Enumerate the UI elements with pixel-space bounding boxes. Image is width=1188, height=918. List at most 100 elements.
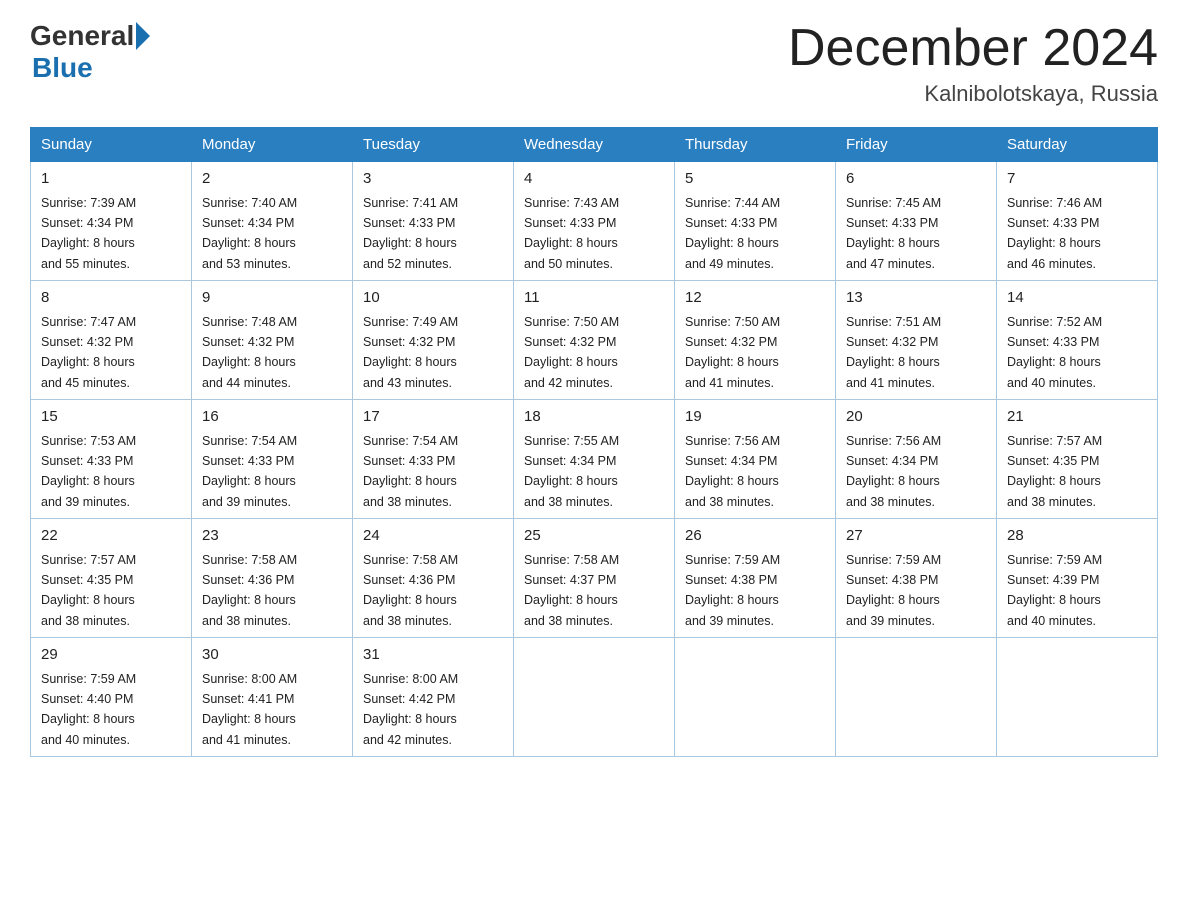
week-row-3: 15Sunrise: 7:53 AMSunset: 4:33 PMDayligh… xyxy=(31,400,1158,519)
weekday-header-friday: Friday xyxy=(836,128,997,162)
day-info: Sunrise: 7:50 AMSunset: 4:32 PMDaylight:… xyxy=(524,315,619,390)
day-info: Sunrise: 7:51 AMSunset: 4:32 PMDaylight:… xyxy=(846,315,941,390)
calendar-cell xyxy=(997,638,1158,757)
day-number: 5 xyxy=(685,168,825,191)
day-info: Sunrise: 7:57 AMSunset: 4:35 PMDaylight:… xyxy=(1007,434,1102,509)
calendar-cell: 18Sunrise: 7:55 AMSunset: 4:34 PMDayligh… xyxy=(514,400,675,519)
weekday-header-row: SundayMondayTuesdayWednesdayThursdayFrid… xyxy=(31,128,1158,162)
day-number: 29 xyxy=(41,644,181,667)
day-number: 26 xyxy=(685,525,825,548)
calendar-cell xyxy=(514,638,675,757)
day-info: Sunrise: 7:47 AMSunset: 4:32 PMDaylight:… xyxy=(41,315,136,390)
calendar-table: SundayMondayTuesdayWednesdayThursdayFrid… xyxy=(30,127,1158,757)
calendar-cell: 29 Sunrise: 7:59 AMSunset: 4:40 PMDayligh… xyxy=(31,638,192,757)
day-number: 27 xyxy=(846,525,986,548)
calendar-cell: 4Sunrise: 7:43 AMSunset: 4:33 PMDaylight… xyxy=(514,162,675,281)
day-number: 17 xyxy=(363,406,503,429)
week-row-2: 8 Sunrise: 7:47 AMSunset: 4:32 PMDaylight… xyxy=(31,281,1158,400)
day-info: Sunrise: 7:59 AMSunset: 4:39 PMDaylight:… xyxy=(1007,553,1102,628)
day-info: Sunrise: 7:57 AMSunset: 4:35 PMDaylight:… xyxy=(41,553,136,628)
day-info: Sunrise: 7:39 AMSunset: 4:34 PMDaylight:… xyxy=(41,196,136,271)
calendar-cell: 26 Sunrise: 7:59 AMSunset: 4:38 PMDayligh… xyxy=(675,519,836,638)
day-number: 6 xyxy=(846,168,986,191)
week-row-4: 22 Sunrise: 7:57 AMSunset: 4:35 PMDayligh… xyxy=(31,519,1158,638)
day-info: Sunrise: 7:44 AMSunset: 4:33 PMDaylight:… xyxy=(685,196,780,271)
calendar-cell: 12 Sunrise: 7:50 AMSunset: 4:32 PMDayligh… xyxy=(675,281,836,400)
calendar-cell: 7 Sunrise: 7:46 AMSunset: 4:33 PMDaylight… xyxy=(997,162,1158,281)
calendar-cell: 13Sunrise: 7:51 AMSunset: 4:32 PMDayligh… xyxy=(836,281,997,400)
logo-blue-text: Blue xyxy=(32,52,93,84)
day-number: 9 xyxy=(202,287,342,310)
day-info: Sunrise: 7:58 AMSunset: 4:37 PMDaylight:… xyxy=(524,553,619,628)
day-number: 1 xyxy=(41,168,181,191)
calendar-cell: 17 Sunrise: 7:54 AMSunset: 4:33 PMDayligh… xyxy=(353,400,514,519)
weekday-header-saturday: Saturday xyxy=(997,128,1158,162)
calendar-cell: 10 Sunrise: 7:49 AMSunset: 4:32 PMDayligh… xyxy=(353,281,514,400)
calendar-cell: 22 Sunrise: 7:57 AMSunset: 4:35 PMDayligh… xyxy=(31,519,192,638)
calendar-cell: 2 Sunrise: 7:40 AMSunset: 4:34 PMDaylight… xyxy=(192,162,353,281)
day-info: Sunrise: 7:50 AMSunset: 4:32 PMDaylight:… xyxy=(685,315,780,390)
day-info: Sunrise: 7:52 AMSunset: 4:33 PMDaylight:… xyxy=(1007,315,1102,390)
calendar-cell: 9Sunrise: 7:48 AMSunset: 4:32 PMDaylight… xyxy=(192,281,353,400)
weekday-header-tuesday: Tuesday xyxy=(353,128,514,162)
weekday-header-monday: Monday xyxy=(192,128,353,162)
calendar-cell: 8 Sunrise: 7:47 AMSunset: 4:32 PMDaylight… xyxy=(31,281,192,400)
calendar-cell: 21 Sunrise: 7:57 AMSunset: 4:35 PMDayligh… xyxy=(997,400,1158,519)
day-number: 21 xyxy=(1007,406,1147,429)
day-info: Sunrise: 7:54 AMSunset: 4:33 PMDaylight:… xyxy=(202,434,297,509)
calendar-cell: 6 Sunrise: 7:45 AMSunset: 4:33 PMDaylight… xyxy=(836,162,997,281)
day-number: 31 xyxy=(363,644,503,667)
day-number: 12 xyxy=(685,287,825,310)
calendar-cell: 30Sunrise: 8:00 AMSunset: 4:41 PMDayligh… xyxy=(192,638,353,757)
month-title: December 2024 xyxy=(788,20,1158,77)
day-number: 16 xyxy=(202,406,342,429)
calendar-cell: 3Sunrise: 7:41 AMSunset: 4:33 PMDaylight… xyxy=(353,162,514,281)
day-number: 7 xyxy=(1007,168,1147,191)
calendar-cell: 20Sunrise: 7:56 AMSunset: 4:34 PMDayligh… xyxy=(836,400,997,519)
day-number: 14 xyxy=(1007,287,1147,310)
day-info: Sunrise: 7:45 AMSunset: 4:33 PMDaylight:… xyxy=(846,196,941,271)
day-info: Sunrise: 7:58 AMSunset: 4:36 PMDaylight:… xyxy=(363,553,458,628)
calendar-cell: 15Sunrise: 7:53 AMSunset: 4:33 PMDayligh… xyxy=(31,400,192,519)
logo-triangle-icon xyxy=(136,22,150,50)
day-info: Sunrise: 7:53 AMSunset: 4:33 PMDaylight:… xyxy=(41,434,136,509)
day-info: Sunrise: 7:56 AMSunset: 4:34 PMDaylight:… xyxy=(685,434,780,509)
day-number: 19 xyxy=(685,406,825,429)
calendar-cell: 11Sunrise: 7:50 AMSunset: 4:32 PMDayligh… xyxy=(514,281,675,400)
calendar-cell: 16 Sunrise: 7:54 AMSunset: 4:33 PMDayligh… xyxy=(192,400,353,519)
location-title: Kalnibolotskaya, Russia xyxy=(788,81,1158,107)
day-number: 2 xyxy=(202,168,342,191)
logo-blue-part xyxy=(134,22,150,50)
calendar-cell: 24 Sunrise: 7:58 AMSunset: 4:36 PMDayligh… xyxy=(353,519,514,638)
day-info: Sunrise: 7:59 AMSunset: 4:40 PMDaylight:… xyxy=(41,672,136,747)
day-info: Sunrise: 7:56 AMSunset: 4:34 PMDaylight:… xyxy=(846,434,941,509)
day-info: Sunrise: 7:59 AMSunset: 4:38 PMDaylight:… xyxy=(685,553,780,628)
week-row-1: 1 Sunrise: 7:39 AMSunset: 4:34 PMDaylight… xyxy=(31,162,1158,281)
day-number: 18 xyxy=(524,406,664,429)
calendar-cell xyxy=(836,638,997,757)
day-info: Sunrise: 7:43 AMSunset: 4:33 PMDaylight:… xyxy=(524,196,619,271)
day-info: Sunrise: 8:00 AMSunset: 4:42 PMDaylight:… xyxy=(363,672,458,747)
weekday-header-thursday: Thursday xyxy=(675,128,836,162)
day-info: Sunrise: 7:49 AMSunset: 4:32 PMDaylight:… xyxy=(363,315,458,390)
day-info: Sunrise: 7:40 AMSunset: 4:34 PMDaylight:… xyxy=(202,196,297,271)
day-number: 28 xyxy=(1007,525,1147,548)
week-row-5: 29 Sunrise: 7:59 AMSunset: 4:40 PMDayligh… xyxy=(31,638,1158,757)
calendar-cell: 27 Sunrise: 7:59 AMSunset: 4:38 PMDayligh… xyxy=(836,519,997,638)
calendar-cell: 31 Sunrise: 8:00 AMSunset: 4:42 PMDayligh… xyxy=(353,638,514,757)
day-info: Sunrise: 7:46 AMSunset: 4:33 PMDaylight:… xyxy=(1007,196,1102,271)
calendar-cell: 23Sunrise: 7:58 AMSunset: 4:36 PMDayligh… xyxy=(192,519,353,638)
page-header: General Blue December 2024 Kalnibolotska… xyxy=(30,20,1158,107)
calendar-cell xyxy=(675,638,836,757)
calendar-cell: 5 Sunrise: 7:44 AMSunset: 4:33 PMDaylight… xyxy=(675,162,836,281)
calendar-cell: 25Sunrise: 7:58 AMSunset: 4:37 PMDayligh… xyxy=(514,519,675,638)
day-number: 22 xyxy=(41,525,181,548)
day-number: 24 xyxy=(363,525,503,548)
calendar-cell: 14 Sunrise: 7:52 AMSunset: 4:33 PMDayligh… xyxy=(997,281,1158,400)
day-number: 10 xyxy=(363,287,503,310)
calendar-cell: 28 Sunrise: 7:59 AMSunset: 4:39 PMDayligh… xyxy=(997,519,1158,638)
logo-general-text: General xyxy=(30,20,134,52)
day-info: Sunrise: 7:54 AMSunset: 4:33 PMDaylight:… xyxy=(363,434,458,509)
day-number: 8 xyxy=(41,287,181,310)
day-info: Sunrise: 7:59 AMSunset: 4:38 PMDaylight:… xyxy=(846,553,941,628)
